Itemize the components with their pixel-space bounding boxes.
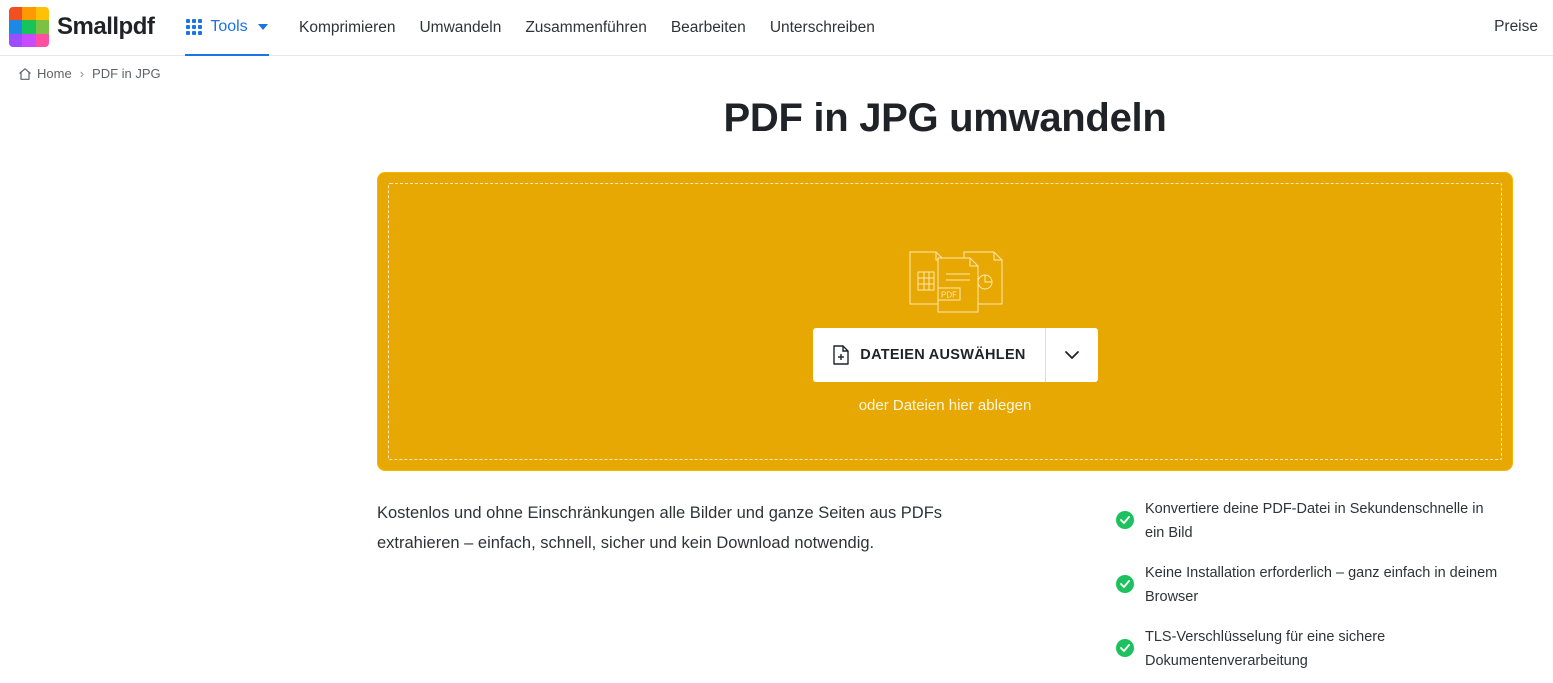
apps-grid-icon — [186, 19, 203, 35]
page-title: PDF in JPG umwandeln — [723, 96, 1167, 140]
smallpdf-logo[interactable]: Smallpdf — [9, 7, 155, 47]
feature-text: TLS-Verschlüsselung für eine sichere Dok… — [1145, 625, 1505, 673]
description-line: extrahieren – einfach, schnell, sicher u… — [377, 534, 875, 552]
nav-link-unterschreiben[interactable]: Unterschreiben — [770, 19, 875, 37]
feature-text: Keine Installation erforderlich – ganz e… — [1145, 561, 1505, 609]
drop-hint-text: oder Dateien hier ablegen — [858, 397, 1032, 414]
home-icon — [19, 67, 31, 80]
tools-label: Tools — [210, 18, 248, 35]
tool-description: Kostenlos und ohne Einschränkungen alle … — [377, 498, 977, 558]
breadcrumb-current: PDF in JPG — [92, 66, 161, 81]
check-circle-icon — [1116, 511, 1134, 529]
feature-text: Konvertiere deine PDF-Datei in Sekundens… — [1145, 497, 1505, 545]
choose-files-button[interactable]: DATEIEN AUSWÄHLEN — [813, 328, 1045, 382]
nav-link-umwandeln[interactable]: Umwandeln — [419, 19, 501, 37]
choose-files-label: DATEIEN AUSWÄHLEN — [860, 347, 1026, 363]
smallpdf-logo-icon — [9, 7, 49, 47]
feature-item: Keine Installation erforderlich – ganz e… — [1116, 561, 1516, 609]
feature-text-line: Browser — [1145, 589, 1199, 605]
breadcrumb-separator: › — [79, 66, 85, 81]
dropzone-dashed-border: PDF DATEIEN AUSWÄHLEN oder Dateien hier … — [388, 183, 1502, 460]
check-circle-icon — [1116, 575, 1134, 593]
nav-link-bearbeiten[interactable]: Bearbeiten — [671, 19, 746, 37]
brand-name: Smallpdf — [57, 13, 155, 40]
chevron-down-icon — [1065, 351, 1079, 359]
top-navigation: Smallpdf Tools Komprimieren Umwandeln Zu… — [0, 0, 1553, 56]
documents-illustration-icon: PDF — [909, 251, 1003, 313]
main-nav-links: Komprimieren Umwandeln Zusammenführen Be… — [299, 0, 899, 56]
check-circle-icon — [1116, 639, 1134, 657]
feature-text-line: Dokumentenverarbeitung — [1145, 653, 1308, 669]
feature-text-line: TLS-Verschlüsselung für eine sichere — [1145, 629, 1386, 645]
choose-files-button-group: DATEIEN AUSWÄHLEN — [813, 328, 1098, 382]
feature-list: Konvertiere deine PDF-Datei in Sekundens… — [1116, 497, 1516, 683]
file-dropzone[interactable]: PDF DATEIEN AUSWÄHLEN oder Dateien hier … — [377, 172, 1513, 471]
feature-text-line: Keine Installation erforderlich – ganz e… — [1145, 565, 1498, 581]
nav-link-komprimieren[interactable]: Komprimieren — [299, 19, 395, 37]
breadcrumb: Home › PDF in JPG — [18, 66, 161, 81]
pdf-badge-text: PDF — [941, 291, 957, 300]
more-upload-options-button[interactable] — [1045, 328, 1098, 382]
feature-item: TLS-Verschlüsselung für eine sichere Dok… — [1116, 625, 1516, 673]
caret-down-icon — [257, 24, 268, 30]
description-line: Kostenlos und ohne Einschränkungen alle … — [377, 504, 943, 522]
add-file-icon — [833, 345, 849, 365]
tools-menu-button[interactable]: Tools — [185, 0, 269, 56]
pricing-link[interactable]: Preise — [1494, 18, 1538, 36]
feature-text-line: ein Bild — [1145, 525, 1193, 541]
breadcrumb-home[interactable]: Home — [37, 66, 72, 81]
nav-link-zusammenfuehren[interactable]: Zusammenführen — [525, 19, 646, 37]
feature-text-line: Konvertiere deine PDF-Datei in Sekundens… — [1145, 501, 1484, 517]
feature-item: Konvertiere deine PDF-Datei in Sekundens… — [1116, 497, 1516, 545]
